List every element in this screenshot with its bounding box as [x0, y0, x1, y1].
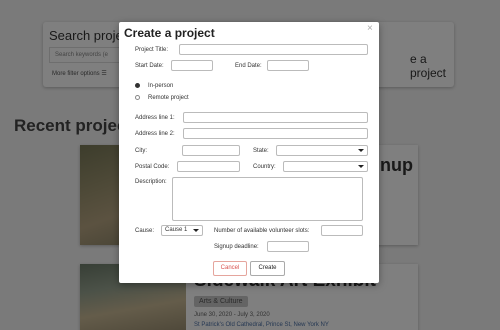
in-person-label: In-person	[148, 83, 174, 89]
state-select[interactable]	[276, 145, 368, 156]
modal-title: Create a project	[124, 26, 215, 40]
chevron-down-icon	[358, 165, 364, 168]
description-textarea[interactable]	[172, 177, 363, 221]
address-line-1-label: Address line 1:	[135, 115, 175, 121]
address-line-2-label: Address line 2:	[135, 131, 175, 137]
cause-label: Cause:	[135, 228, 155, 234]
country-select[interactable]	[283, 161, 368, 172]
address-line-2-input[interactable]	[183, 128, 368, 139]
create-project-modal: Create a project × Project Title: Start …	[119, 22, 379, 283]
description-label: Description:	[135, 179, 167, 185]
start-date-input[interactable]	[171, 60, 213, 71]
postal-code-input[interactable]	[177, 161, 240, 172]
postal-code-label: Postal Code:	[135, 164, 170, 170]
signup-deadline-label: Signup deadline:	[214, 244, 259, 250]
chevron-down-icon	[358, 149, 364, 152]
state-label: State:	[253, 148, 269, 154]
cancel-button[interactable]: Cancel	[213, 261, 247, 276]
volunteer-slots-input[interactable]	[321, 225, 363, 236]
project-title-label: Project Title:	[135, 47, 169, 53]
country-label: Country:	[253, 164, 276, 170]
city-label: City:	[135, 148, 147, 154]
volunteer-slots-label: Number of available volunteer slots:	[214, 228, 310, 234]
address-line-1-input[interactable]	[183, 112, 368, 123]
signup-deadline-input[interactable]	[267, 241, 309, 252]
cause-select[interactable]: Cause 1	[161, 225, 203, 236]
remote-radio[interactable]	[135, 95, 140, 100]
start-date-label: Start Date:	[135, 63, 164, 69]
in-person-radio[interactable]	[135, 83, 140, 88]
end-date-input[interactable]	[267, 60, 309, 71]
close-icon[interactable]: ×	[367, 23, 373, 34]
cause-value: Cause 1	[165, 227, 188, 233]
city-input[interactable]	[182, 145, 240, 156]
project-title-input[interactable]	[179, 44, 368, 55]
end-date-label: End Date:	[235, 63, 262, 69]
chevron-down-icon	[193, 229, 199, 232]
create-button[interactable]: Create	[250, 261, 285, 276]
remote-label: Remote project	[148, 95, 189, 101]
